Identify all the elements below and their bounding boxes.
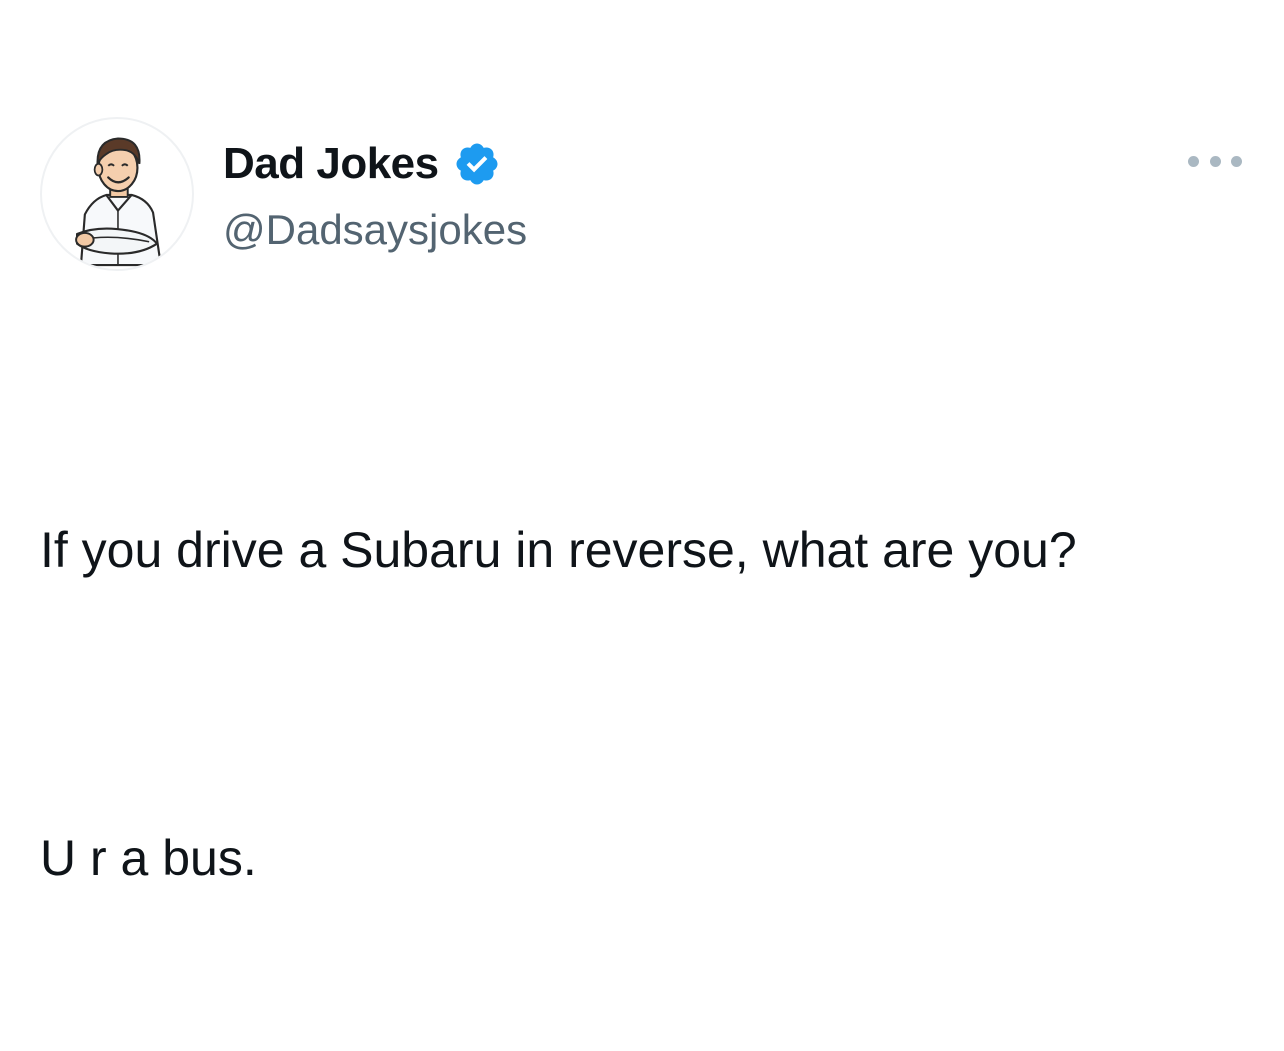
dot	[1209, 155, 1221, 167]
display-name[interactable]: Dad Jokes	[223, 136, 439, 192]
dot	[1231, 155, 1242, 167]
author-name-row: Dad Jokes	[223, 136, 501, 192]
tweet-text: If you drive a Subaru in reverse, what a…	[40, 358, 1240, 1051]
user-handle[interactable]: @Dadsaysjokes	[223, 202, 527, 258]
tweet-paragraph: U r a bus.	[40, 830, 257, 886]
more-options-icon[interactable]	[1188, 146, 1242, 176]
cartoon-dad-avatar-icon	[75, 137, 162, 267]
verified-badge-icon[interactable]	[453, 140, 501, 188]
tweet-card: Dad Jokes @Dadsaysjokes If you drive a S…	[0, 0, 1284, 886]
tweet-paragraph: If you drive a Subaru in reverse, what a…	[40, 522, 1077, 578]
avatar[interactable]	[40, 117, 194, 271]
dot	[1188, 155, 1199, 167]
